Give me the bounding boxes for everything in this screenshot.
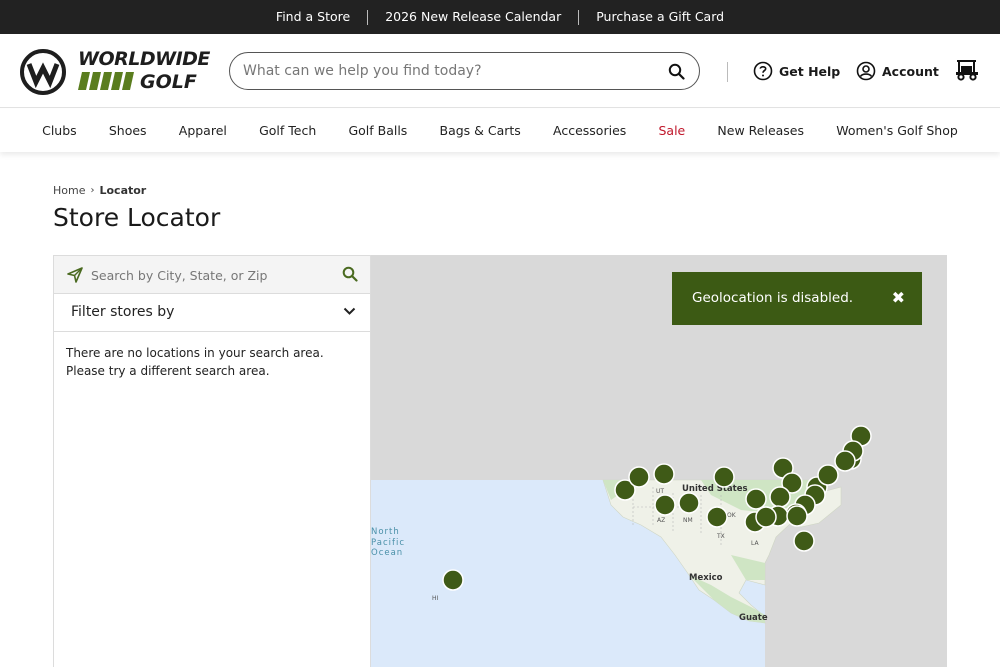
account-icon bbox=[856, 61, 876, 81]
nav-shoes[interactable]: Shoes bbox=[109, 123, 147, 138]
state-label-ut: UT bbox=[656, 488, 664, 495]
store-marker[interactable] bbox=[786, 505, 808, 527]
release-calendar-link[interactable]: 2026 New Release Calendar bbox=[368, 9, 578, 25]
store-marker[interactable] bbox=[678, 492, 700, 514]
nav-bags-carts[interactable]: Bags & Carts bbox=[440, 123, 521, 138]
state-label-az: AZ bbox=[657, 517, 665, 524]
geolocation-toast: Geolocation is disabled. ✖ bbox=[672, 272, 922, 325]
ocean-label-3: Ocean bbox=[371, 548, 403, 558]
breadcrumb: Home › Locator bbox=[53, 184, 146, 197]
ocean-label-1: North bbox=[371, 527, 400, 537]
help-icon bbox=[753, 61, 773, 81]
find-store-link[interactable]: Find a Store bbox=[259, 9, 367, 25]
nav-womens-golf-shop[interactable]: Women's Golf Shop bbox=[836, 123, 958, 138]
nav-golf-balls[interactable]: Golf Balls bbox=[348, 123, 407, 138]
gift-card-link[interactable]: Purchase a Gift Card bbox=[579, 9, 741, 25]
account-link[interactable]: Account bbox=[856, 61, 939, 81]
store-marker[interactable] bbox=[628, 466, 650, 488]
utility-bar: Find a Store 2026 New Release Calendar P… bbox=[0, 0, 1000, 34]
chevron-right-icon: › bbox=[90, 185, 95, 196]
store-marker[interactable] bbox=[653, 463, 675, 485]
state-label-ok: OK bbox=[727, 512, 737, 519]
close-icon[interactable]: ✖ bbox=[892, 288, 905, 307]
toast-message: Geolocation is disabled. bbox=[692, 290, 854, 306]
search-icon[interactable] bbox=[342, 266, 358, 282]
store-marker[interactable] bbox=[713, 466, 735, 488]
nav-accessories[interactable]: Accessories bbox=[553, 123, 626, 138]
get-help-link[interactable]: Get Help bbox=[753, 61, 840, 81]
logo-line2: GOLF bbox=[140, 72, 197, 92]
logo-line1: WORLDWIDE bbox=[78, 48, 210, 70]
store-marker[interactable] bbox=[817, 464, 839, 486]
divider bbox=[727, 62, 728, 82]
country-label-mexico: Mexico bbox=[689, 573, 723, 583]
search-icon[interactable] bbox=[668, 63, 685, 80]
nav-sale[interactable]: Sale bbox=[658, 123, 685, 138]
store-marker[interactable] bbox=[745, 488, 767, 510]
nav-new-releases[interactable]: New Releases bbox=[717, 123, 804, 138]
store-marker[interactable] bbox=[654, 494, 676, 516]
store-marker[interactable] bbox=[769, 486, 791, 508]
state-label-la: LA bbox=[751, 540, 759, 547]
account-label: Account bbox=[882, 63, 939, 79]
nav-golf-tech[interactable]: Golf Tech bbox=[259, 123, 316, 138]
country-label-guate: Guate bbox=[739, 613, 768, 623]
nav-clubs[interactable]: Clubs bbox=[42, 123, 77, 138]
store-marker[interactable] bbox=[755, 506, 777, 528]
locator-search-input[interactable] bbox=[91, 266, 331, 284]
page-title: Store Locator bbox=[53, 203, 221, 232]
store-marker[interactable] bbox=[442, 569, 464, 591]
golf-cart-icon[interactable] bbox=[954, 59, 980, 81]
logo-stripes-icon: GOLF bbox=[78, 72, 197, 92]
store-marker[interactable] bbox=[793, 530, 815, 552]
site-header: WORLDWIDE GOLF Get Help bbox=[0, 34, 1000, 108]
state-label-hi: HI bbox=[432, 595, 439, 602]
site-search[interactable] bbox=[229, 52, 700, 90]
breadcrumb-current: Locator bbox=[99, 184, 147, 197]
store-marker[interactable] bbox=[834, 450, 856, 472]
state-label-tx: TX bbox=[716, 533, 725, 540]
store-marker[interactable] bbox=[706, 506, 728, 528]
locator-panel: Filter stores by There are no locations … bbox=[53, 255, 371, 667]
state-label-nm: NM bbox=[683, 517, 693, 524]
filter-label: Filter stores by bbox=[71, 304, 175, 320]
filter-dropdown[interactable]: Filter stores by bbox=[54, 294, 370, 332]
no-results-message: There are no locations in your search ar… bbox=[66, 346, 324, 378]
location-arrow-icon[interactable] bbox=[67, 267, 83, 283]
logo-wordmark: WORLDWIDE bbox=[78, 50, 210, 69]
logo-mark-icon bbox=[20, 49, 66, 95]
brand-logo[interactable]: WORLDWIDE GOLF bbox=[20, 48, 210, 96]
nav-apparel[interactable]: Apparel bbox=[179, 123, 227, 138]
breadcrumb-home[interactable]: Home bbox=[53, 184, 85, 197]
site-search-input[interactable] bbox=[243, 61, 653, 81]
chevron-down-icon bbox=[343, 307, 356, 315]
get-help-label: Get Help bbox=[779, 63, 841, 79]
country-label-usa: United States bbox=[682, 484, 748, 494]
main-nav: Clubs Shoes Apparel Golf Tech Golf Balls… bbox=[0, 109, 1000, 152]
ocean-label-2: Pacific bbox=[371, 538, 405, 548]
locator-search bbox=[54, 256, 370, 294]
